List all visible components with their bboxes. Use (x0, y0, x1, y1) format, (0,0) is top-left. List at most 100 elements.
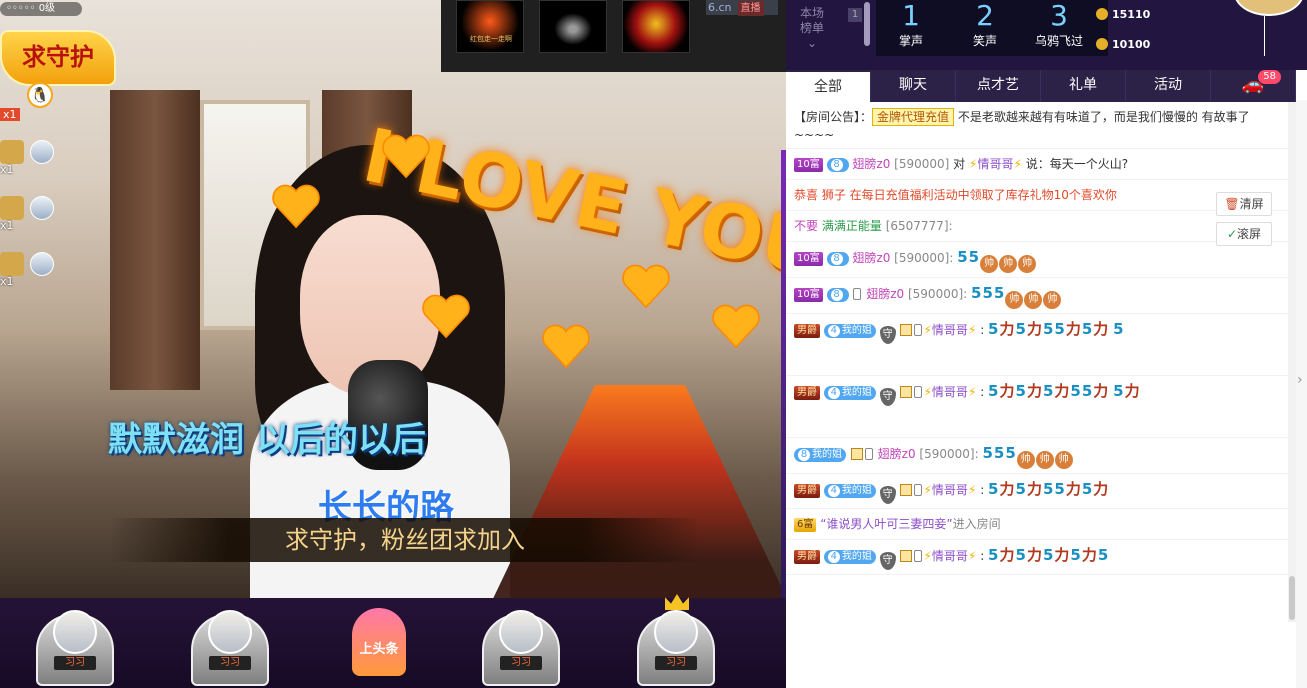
balloon-icon[interactable] (1234, 0, 1304, 16)
auto-scroll-button[interactable]: ✓滚屏 (1216, 222, 1272, 246)
fan-label: 我的姐 (841, 387, 872, 398)
gift-icon: 5 (988, 320, 999, 338)
seat[interactable]: 习习 (637, 594, 715, 686)
penguin-icon[interactable]: 🐧 (27, 82, 53, 108)
gift-icon: 5 (982, 444, 993, 462)
username[interactable]: 情哥哥 (932, 549, 968, 563)
gift-icon: 5 (1015, 480, 1026, 498)
gift-icon: 力 (1054, 546, 1070, 564)
avatar[interactable] (499, 610, 543, 654)
wealth-badge: 10富 (794, 158, 823, 172)
username[interactable]: 情哥哥 (932, 323, 968, 337)
message-text: 对 (953, 157, 966, 171)
vote-label: 掌声 (898, 34, 923, 48)
site-tag[interactable]: 6.cn 直播 (706, 0, 778, 16)
fan-level: 8 (830, 289, 843, 301)
headline-button[interactable]: 上头条 (352, 608, 406, 676)
guard-shield-icon: 守 (879, 388, 896, 406)
user-points: [590000]: (907, 287, 968, 301)
gift-item[interactable] (622, 0, 690, 53)
vote-option[interactable]: 3 乌鸦飞过 (1024, 0, 1094, 49)
fan-level: 8 (830, 159, 843, 171)
gift-icon: 帅 (1035, 451, 1054, 469)
guard-count: x1 (0, 108, 20, 121)
gift-icon: 力 (1081, 546, 1097, 564)
gift-icon: 5 (1054, 320, 1065, 338)
vote-option[interactable]: 2 笑声 (950, 0, 1020, 49)
vote-option[interactable]: 1 掌声 (876, 0, 946, 49)
gift-icon: 5 (1015, 320, 1026, 338)
username[interactable]: 翅膀z0 (878, 447, 916, 461)
gift-icon: 5 (1097, 546, 1109, 564)
chevron-right-icon[interactable]: › (1297, 372, 1303, 388)
avatar[interactable] (30, 196, 54, 220)
fan-entry[interactable]: x1 (0, 250, 58, 288)
tab-car[interactable]: 🚗 58 (1211, 70, 1296, 102)
avatar[interactable] (208, 610, 252, 654)
room-notice: 【房间公告】： 金牌代理充值 不是老歌越来越有有味道了，而是我们慢慢的 有故事了~… (786, 102, 1296, 149)
gift-caption: 红包走一走啊 (470, 35, 512, 43)
clear-screen-button[interactable]: 🗑清屏 (1216, 192, 1272, 216)
tab-chat[interactable]: 聊天 (871, 70, 956, 102)
username[interactable]: “谁说男人叶可三妻四妾” (820, 517, 952, 531)
seat[interactable]: 习习 (36, 606, 114, 686)
fan-badge-icon (0, 196, 24, 220)
username[interactable]: 翅膀z0 (852, 251, 890, 265)
gift-icon: 帅 (999, 255, 1018, 273)
gift-icon: 5 (988, 382, 999, 400)
scroll-thumb[interactable] (1289, 576, 1295, 620)
chat-scrollbar[interactable] (1288, 102, 1296, 622)
vote-number: 2 (976, 0, 994, 32)
gift-icon: 5 (993, 284, 1005, 302)
fan-level: 4 (827, 485, 840, 497)
username[interactable]: 翅膀z0 (852, 157, 890, 171)
gift-item[interactable]: 红包走一走啊 (456, 0, 524, 53)
gift-icon: 力 (1093, 480, 1109, 498)
seat[interactable]: 习习 (482, 606, 560, 686)
tab-activity[interactable]: 活动 (1126, 70, 1211, 102)
gift-icon: 帅 (1018, 255, 1037, 273)
guard-badge[interactable]: 求守护 (0, 30, 116, 86)
fan-entry[interactable]: x1 (0, 138, 58, 176)
avatar[interactable] (654, 610, 698, 654)
gift-icon: 力 (999, 546, 1015, 564)
coin-icon (1096, 38, 1108, 50)
rank-score: 10100 (1096, 38, 1150, 51)
username[interactable]: 情哥哥 (932, 483, 968, 497)
vip-icon (850, 448, 863, 460)
notice-tag[interactable]: 金牌代理充值 (872, 108, 955, 126)
avatar[interactable] (30, 140, 54, 164)
vote-number: 1 (902, 0, 920, 32)
seat[interactable]: 习习 (191, 606, 269, 686)
guard-shield-icon: 守 (879, 552, 896, 570)
vote-number: 3 (1050, 0, 1068, 32)
fan-entry[interactable]: x1 (0, 194, 58, 232)
avatar[interactable] (30, 252, 54, 276)
tab-gift-list[interactable]: 礼单 (1041, 70, 1126, 102)
fan-badge: 8 我的姐 (794, 448, 846, 462)
ranking-scrollbar[interactable] (864, 2, 870, 46)
volcano-gift-effect (490, 385, 786, 598)
avatar[interactable] (53, 610, 97, 654)
gift-icon: 5 (1081, 320, 1093, 338)
guard-panel: ◦◦◦◦◦ 0级 求守护 🐧 x1 x1 x1 x1 (0, 0, 120, 300)
username[interactable]: 翅膀z0 (866, 287, 904, 301)
username[interactable]: 情哥哥 (932, 385, 968, 399)
noble-badge: 男爵 (794, 386, 820, 400)
ranking-label[interactable]: 本场 榜单 ⌄ (800, 6, 824, 51)
phone-icon (914, 386, 923, 398)
chat-list[interactable]: 【房间公告】： 金牌代理充值 不是老歌越来越有有味道了，而是我们慢慢的 有故事了~… (786, 102, 1296, 622)
notice-prefix: 【房间公告】： (794, 110, 873, 124)
chat-tabs: 全部 聊天 点才艺 礼单 活动 🚗 58 (786, 70, 1296, 102)
fan-level: 8 (830, 253, 843, 265)
tab-all[interactable]: 全部 (786, 70, 871, 102)
gift-icon: 5 (1070, 382, 1081, 400)
username[interactable]: 情哥哥 (977, 157, 1013, 171)
user-points: [590000]: (919, 447, 979, 461)
tab-talent[interactable]: 点才艺 (956, 70, 1041, 102)
gift-item[interactable] (539, 0, 607, 53)
phone-icon (853, 288, 862, 300)
fan-label: 我的姐 (812, 449, 842, 460)
username[interactable]: 满满正能量 (822, 219, 882, 233)
gift-icon: 5 (971, 284, 982, 302)
